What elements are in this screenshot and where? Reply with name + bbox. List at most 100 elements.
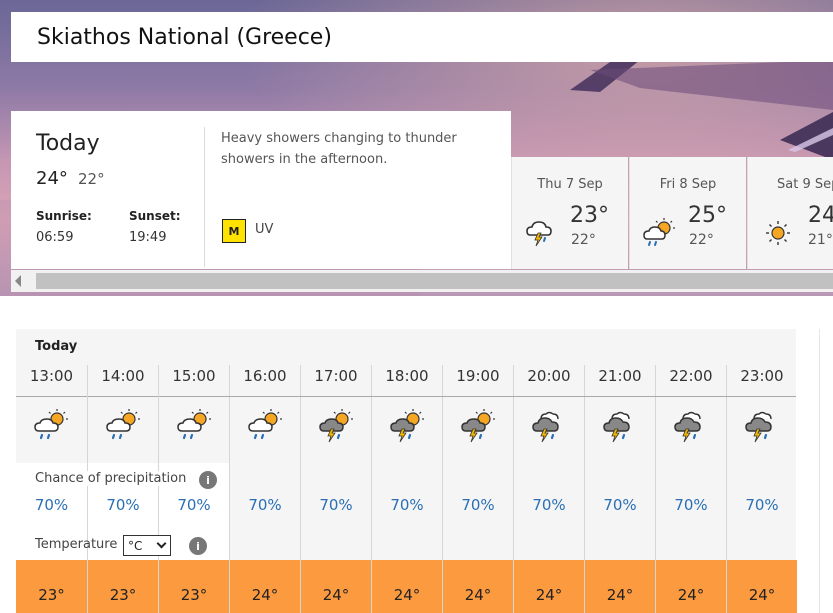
hour-temp-cell: 24° [514,560,584,613]
hour-time: 20:00 [527,367,571,385]
today-low-temp: 22° [78,170,105,188]
precip-label: Chance of precipitation [35,471,191,486]
sunny-thunder-shower-icon [390,409,424,443]
sunset-label: Sunset: [129,209,181,223]
hour-precip: 70% [603,496,637,514]
scroll-thumb[interactable] [36,273,833,289]
hour-column: 16:00 70% 24° [229,365,300,613]
day-card-thu[interactable]: Thu 7 Sep 23° 22° [511,157,628,269]
precip-info-icon[interactable]: i [199,471,217,489]
hour-column: 21:00 70% 24° [584,365,655,613]
location-bar: Skiathos National (Greece) [11,12,833,62]
hour-column: 23:00 70% 24° [726,365,797,613]
temperature-unit-select[interactable]: °C [123,535,171,556]
day-name: Thu 7 Sep [537,177,603,192]
hour-precip: 70% [319,496,353,514]
hour-precip: 70% [390,496,424,514]
sunny-icon [766,221,790,245]
hour-temp-cell: 24° [372,560,442,613]
day-card-sat[interactable]: Sat 9 Sep 24° 21° [747,157,833,269]
hourly-forecast: Today 13:00 70% 23° 14:00 70% 23° 15:00 70% 23° 1… [16,329,797,613]
today-divider [204,127,205,267]
hour-column: 17:00 70% 24° [300,365,371,613]
today-summary: Today 24° 22° Sunrise: 06:59 Sunset: 19:… [11,111,205,269]
hour-time: 22:00 [669,367,713,385]
hour-temp-cell: 23° [16,560,87,613]
hour-precip: 70% [106,496,140,514]
hour-temp: 24° [464,586,492,604]
hour-temp: 24° [251,586,279,604]
thunder-shower-icon [745,411,772,443]
day-name: Sat 9 Sep [777,177,833,192]
sunny-shower-icon [248,409,282,440]
forecast-scrollbar[interactable] [11,270,833,292]
day-high-temp: 23° [570,203,609,228]
chevron-down-icon [156,538,167,549]
hour-time: 18:00 [385,367,429,385]
today-card[interactable]: Today 24° 22° Sunrise: 06:59 Sunset: 19:… [11,111,511,269]
thunder-shower-icon [532,411,559,443]
today-high-temp: 24° [36,168,68,189]
hour-precip: 70% [745,496,779,514]
day-card-fri[interactable]: Fri 8 Sep 25° 22° [629,157,746,269]
day-name: Fri 8 Sep [659,177,717,192]
thunder-shower-icon [674,411,701,443]
day-low-temp: 22° [571,232,596,248]
hour-time: 15:00 [172,367,216,385]
hour-column: 18:00 70% 24° [371,365,442,613]
hour-temp: 24° [748,586,776,604]
sunrise-label: Sunrise: [36,209,92,223]
hour-precip: 70% [248,496,282,514]
hour-precip: 70% [461,496,495,514]
day-low-temp: 22° [689,232,714,248]
scroll-left-arrow-icon[interactable] [15,275,21,287]
hour-temp-cell: 24° [230,560,300,613]
hour-temp: 23° [180,586,208,604]
thunder-shower-icon [603,411,630,443]
hour-temp: 23° [109,586,137,604]
hour-temp: 24° [393,586,421,604]
sunny-shower-icon [106,409,140,440]
hour-column: 20:00 70% 24° [513,365,584,613]
sunset-time: 19:49 [129,230,167,245]
sunny-shower-icon [177,409,211,440]
sunny-thunder-shower-icon [461,409,495,443]
sunny-shower-icon [34,409,68,440]
hourly-title: Today [35,339,78,354]
hour-temp: 24° [677,586,705,604]
hour-temp: 23° [38,586,65,604]
hour-temp-cell: 23° [159,560,229,613]
hour-time: 23:00 [740,367,784,385]
hour-column: 22:00 70% 24° [655,365,726,613]
hour-column: 13:00 70% 23° [16,365,87,613]
hour-time: 14:00 [101,367,145,385]
temperature-label: Temperature [35,537,118,552]
hour-time: 16:00 [243,367,287,385]
hour-column: 15:00 70% 23° [158,365,229,613]
hour-precip: 70% [532,496,566,514]
hour-temp: 24° [535,586,563,604]
hour-temp-cell: 24° [443,560,513,613]
hour-time: 17:00 [314,367,358,385]
hour-temp-cell: 24° [727,560,797,613]
panel-edge [819,329,820,613]
hour-temp: 24° [606,586,634,604]
sunrise-time: 06:59 [36,230,74,245]
hour-temp: 24° [322,586,350,604]
temperature-info-icon[interactable]: i [189,537,207,555]
location-title: Skiathos National (Greece) [37,24,332,50]
day-high-temp: 25° [688,203,727,228]
hour-column: 19:00 70% 24° [442,365,513,613]
day-high-temp: 24° [808,203,833,228]
hour-column: 14:00 70% 23° [87,365,158,613]
today-label: Today [36,131,100,156]
uv-badge: M [222,219,246,243]
hour-temp-cell: 24° [301,560,371,613]
hour-precip: 70% [34,496,69,514]
day-low-temp: 21° [808,232,833,248]
today-description: Heavy showers changing to thunder shower… [221,131,457,167]
hour-temp-cell: 24° [656,560,726,613]
hour-temp-cell: 23° [88,560,158,613]
hour-time: 19:00 [456,367,500,385]
uv-label: UV [255,222,274,237]
